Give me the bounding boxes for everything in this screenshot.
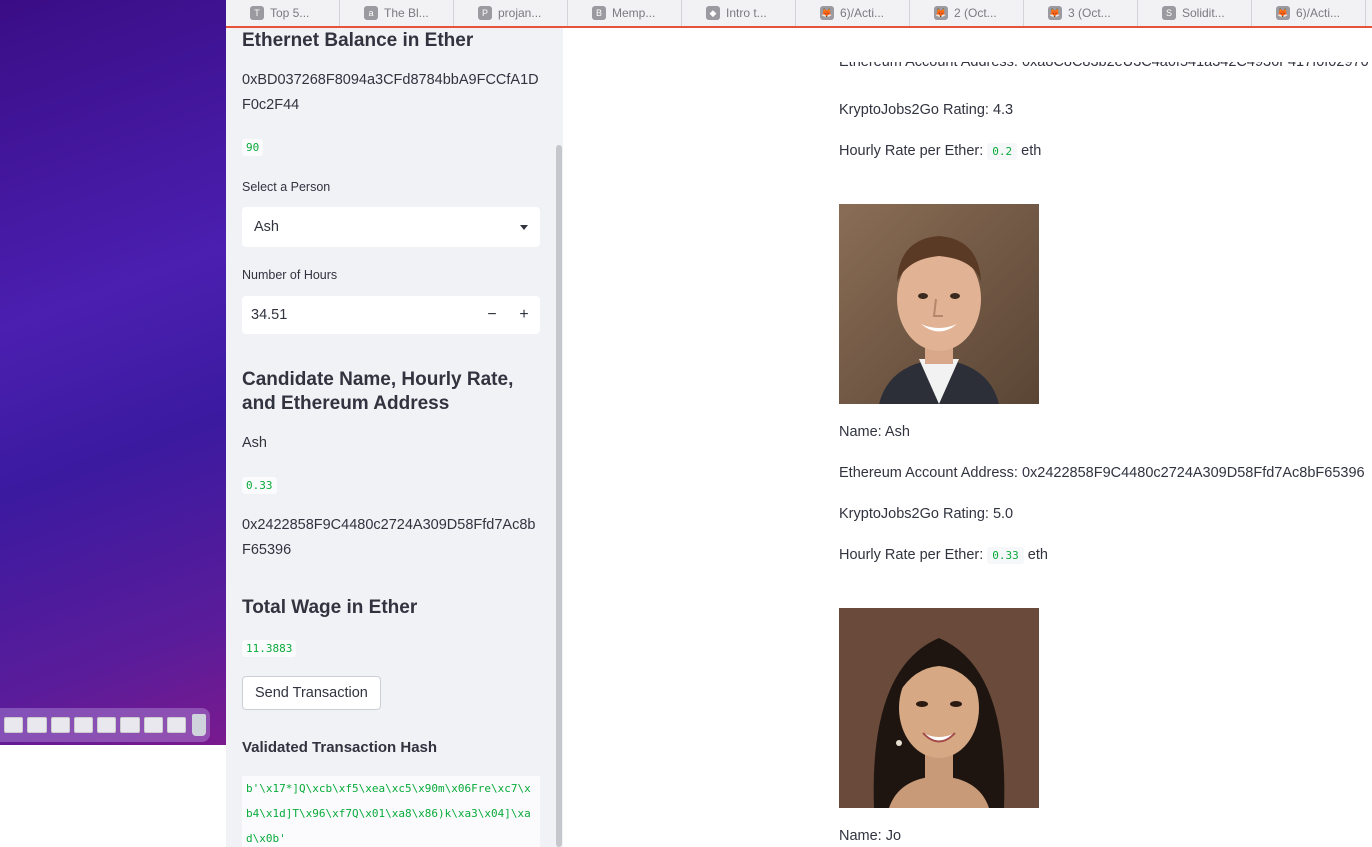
select-person-label: Select a Person [242, 180, 331, 194]
transaction-hash: b'\x17*]Q\xcb\xf5\xea\xc5\x90m\x06Fre\xc… [242, 776, 540, 847]
tab-label: 6)/Acti... [840, 6, 885, 20]
main-content: Ethereum Account Address: 0xa8C8C83b2eU3… [563, 28, 1372, 847]
hours-number-input[interactable]: 34.51 − + [242, 296, 540, 334]
browser-tab[interactable]: a The Bl... [340, 0, 454, 26]
candidate-address-ash: Ethereum Account Address: 0x2422858F9C44… [839, 465, 1365, 481]
partial-address-line: Ethereum Account Address: 0xa8C8C83b2eU3… [839, 62, 1369, 70]
select-person-dropdown[interactable]: Ash [242, 207, 540, 247]
tab-label: Top 5... [270, 6, 310, 20]
tab-favicon-icon: 🦊 [934, 6, 948, 20]
tab-label: Intro t... [726, 6, 767, 20]
account-address: 0xBD037268F8094a3CFd8784bbA9FCCfA1DF0c2F… [242, 72, 539, 113]
hourly-rate-line: Hourly Rate per Ether: 0.2 eth [839, 143, 1042, 160]
hours-label: Number of Hours [242, 268, 338, 282]
dock-window-thumbnail[interactable] [120, 717, 140, 733]
tab-label: 6)/Acti... [1296, 6, 1341, 20]
increment-button[interactable]: + [508, 296, 540, 334]
hours-value[interactable]: 34.51 [251, 307, 476, 323]
chevron-down-icon [520, 224, 528, 230]
browser-tab[interactable]: B Memp... [568, 0, 682, 26]
dock-window-thumbnail[interactable] [97, 717, 117, 733]
candidate-name: Ash [242, 435, 267, 451]
tab-favicon-icon: T [250, 6, 264, 20]
wage-heading: Total Wage in Ether [242, 597, 418, 618]
tab-favicon-icon: 🦊 [820, 6, 834, 20]
browser-tab[interactable]: 🦊 6)/Acti... [796, 0, 910, 26]
candidate-name-ash: Name: Ash [839, 424, 910, 440]
tab-favicon-icon: 🦊 [1276, 6, 1290, 20]
trash-icon[interactable] [192, 714, 206, 736]
dock-window-thumbnail[interactable] [166, 717, 187, 733]
browser-tab[interactable]: 🦊 3 (Oct... [1024, 0, 1138, 26]
browser-tab[interactable]: 🦊 2 (Oct... [910, 0, 1024, 26]
sidebar-scrollbar[interactable] [556, 145, 562, 847]
rate-unit: eth [1021, 143, 1042, 159]
dock-window-thumbnail[interactable] [27, 717, 47, 733]
browser-tab[interactable]: ◆ Intro t... [682, 0, 796, 26]
tab-favicon-icon: 🦊 [1048, 6, 1062, 20]
tab-favicon-icon: a [364, 6, 378, 20]
tab-label: 3 (Oct... [1068, 6, 1111, 20]
tab-label: Solidit... [1182, 6, 1225, 20]
rating-text: KryptoJobs2Go Rating: 4.3 [839, 102, 1014, 118]
dock-window-thumbnail[interactable] [73, 717, 94, 733]
rating-text-ash: KryptoJobs2Go Rating: 5.0 [839, 506, 1014, 522]
balance-heading: Ethernet Balance in Ether [242, 30, 474, 51]
select-person-value: Ash [254, 219, 279, 235]
wage-value: 11.3883 [242, 640, 297, 657]
desktop-blank-area [0, 745, 226, 847]
browser-tab[interactable]: Pprojan... [454, 0, 568, 26]
hourly-rate-label: Hourly Rate per Ether: [839, 547, 984, 563]
tab-favicon-icon: S [1162, 6, 1176, 20]
candidate-photo-jo [839, 608, 1039, 808]
tab-label: 2 (Oct... [954, 6, 997, 20]
desktop-wallpaper [0, 0, 226, 745]
tab-favicon-icon: P [478, 6, 492, 20]
tab-favicon-icon: ◆ [706, 6, 720, 20]
candidate-rate: 0.33 [242, 477, 277, 494]
sidebar: Ethernet Balance in Ether 0xBD037268F809… [226, 28, 563, 847]
send-transaction-button[interactable]: Send Transaction [242, 676, 381, 710]
candidate-address: 0x2422858F9C4480c2724A309D58Ffd7Ac8bF653… [242, 517, 536, 558]
hourly-rate-value: 0.33 [987, 547, 1024, 564]
browser-tab[interactable]: T Top 5... [226, 0, 340, 26]
decrement-button[interactable]: − [476, 296, 508, 334]
browser-tab[interactable]: 🦊 6)/Acti... [1252, 0, 1366, 26]
hourly-rate-line-ash: Hourly Rate per Ether: 0.33 eth [839, 547, 1048, 564]
tab-label: Memp... [612, 6, 656, 20]
tab-label: The Bl... [384, 6, 429, 20]
dock [0, 708, 210, 742]
tab-favicon-icon: B [592, 6, 606, 20]
dock-window-thumbnail[interactable] [4, 717, 24, 733]
hourly-rate-value: 0.2 [987, 143, 1018, 160]
browser-tab[interactable]: S Solidit... [1138, 0, 1252, 26]
rate-unit: eth [1027, 547, 1048, 563]
tab-label: projan... [498, 6, 542, 20]
candidate-heading: Candidate Name, Hourly Rate, and Ethereu… [242, 369, 514, 414]
dock-window-thumbnail[interactable] [143, 717, 163, 733]
hourly-rate-label: Hourly Rate per Ether: [839, 143, 984, 159]
balance-value: 90 [242, 139, 264, 156]
candidate-name-jo: Name: Jo [839, 828, 902, 844]
candidate-photo-ash [839, 204, 1039, 404]
hash-heading: Validated Transaction Hash [242, 739, 438, 756]
browser-tab-bar: T Top 5... a The Bl... Pprojan... B Memp...… [226, 0, 1372, 28]
dock-window-thumbnail[interactable] [50, 717, 70, 733]
